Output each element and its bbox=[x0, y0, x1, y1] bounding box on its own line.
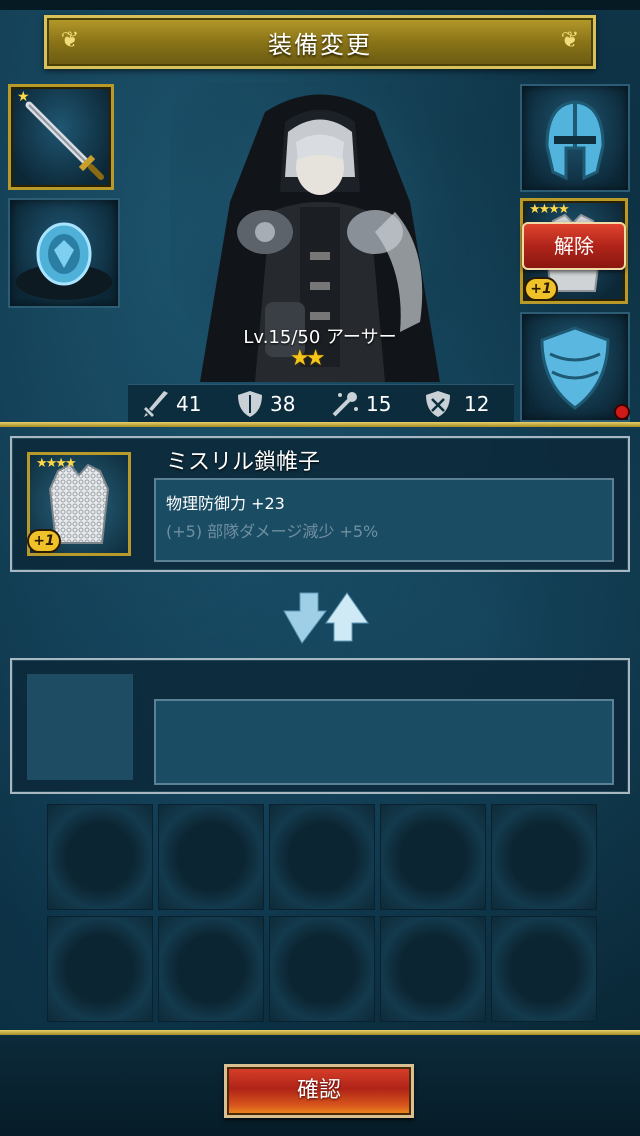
current-item-stars: ★★★★ bbox=[36, 456, 77, 471]
stat-magic: 15 bbox=[330, 389, 410, 419]
screen-header: ❦ 装備変更 ❦ bbox=[44, 15, 596, 69]
stat-defense-value: 38 bbox=[270, 392, 296, 416]
weapon-slot[interactable]: ★ bbox=[8, 84, 114, 190]
current-item-plus-badge: +1 bbox=[27, 529, 61, 553]
release-button[interactable]: 解除 bbox=[522, 222, 626, 270]
shield-icon bbox=[540, 326, 610, 410]
magic-shield-stat-icon bbox=[426, 391, 450, 417]
inventory-grid bbox=[47, 804, 599, 1022]
current-item-effect-1: 物理防御力 +23 bbox=[166, 494, 285, 513]
divider-top bbox=[0, 422, 640, 427]
inventory-slot[interactable] bbox=[380, 804, 486, 910]
compare-item-description bbox=[154, 699, 614, 785]
inventory-slot[interactable] bbox=[491, 916, 597, 1022]
page-title: 装備変更 bbox=[268, 30, 372, 59]
ornament-right-icon: ❦ bbox=[560, 28, 580, 53]
current-item-name: ミスリル鎖帷子 bbox=[166, 450, 321, 475]
helmet-icon bbox=[545, 100, 605, 181]
inventory-slot[interactable] bbox=[491, 804, 597, 910]
character-area: ★ ★★★★ +1 解除 bbox=[0, 82, 640, 422]
inventory-slot[interactable] bbox=[158, 804, 264, 910]
inventory-slot[interactable] bbox=[269, 916, 375, 1022]
current-item-description: 物理防御力 +23 (+5) 部隊ダメージ減少 +5% bbox=[154, 478, 614, 562]
inventory-slot[interactable] bbox=[269, 804, 375, 910]
helmet-slot[interactable] bbox=[520, 84, 630, 192]
ring-icon bbox=[16, 222, 112, 300]
current-item-effect-2: (+5) 部隊ダメージ減少 +5% bbox=[166, 522, 379, 541]
compare-item-icon bbox=[27, 674, 133, 780]
stat-attack-value: 41 bbox=[176, 392, 202, 416]
status-strip bbox=[0, 0, 640, 10]
divider-bottom bbox=[0, 1030, 640, 1035]
stat-defense: 38 bbox=[236, 389, 316, 419]
swap-arrows-icon bbox=[283, 592, 369, 644]
inventory-slot[interactable] bbox=[380, 916, 486, 1022]
stat-magic-defense-value: 12 bbox=[464, 392, 490, 416]
stat-magic-value: 15 bbox=[366, 392, 392, 416]
shield-slot[interactable] bbox=[520, 312, 630, 422]
wand-stat-icon bbox=[332, 392, 358, 417]
stat-magic-defense: 12 bbox=[424, 389, 514, 419]
shield-stat-icon bbox=[238, 391, 262, 417]
inventory-slot[interactable] bbox=[47, 804, 153, 910]
notification-dot bbox=[614, 404, 630, 420]
ornament-left-icon: ❦ bbox=[60, 28, 80, 53]
inventory-slot[interactable] bbox=[158, 916, 264, 1022]
stat-attack: 41 bbox=[142, 389, 222, 419]
stat-bar: 41 38 15 12 bbox=[128, 384, 514, 423]
character-stars: ★★ bbox=[290, 346, 326, 371]
inventory-slot[interactable] bbox=[47, 916, 153, 1022]
weapon-star-icon: ★ bbox=[17, 89, 30, 105]
accessory-slot[interactable] bbox=[8, 198, 120, 308]
confirm-button[interactable]: 確認 bbox=[224, 1064, 414, 1118]
sword-stat-icon bbox=[144, 391, 168, 417]
current-item-icon[interactable]: ★★★★ +1 bbox=[27, 452, 131, 556]
armor-plus-badge: +1 bbox=[524, 277, 558, 301]
armor-stars: ★★★★ bbox=[529, 202, 570, 217]
